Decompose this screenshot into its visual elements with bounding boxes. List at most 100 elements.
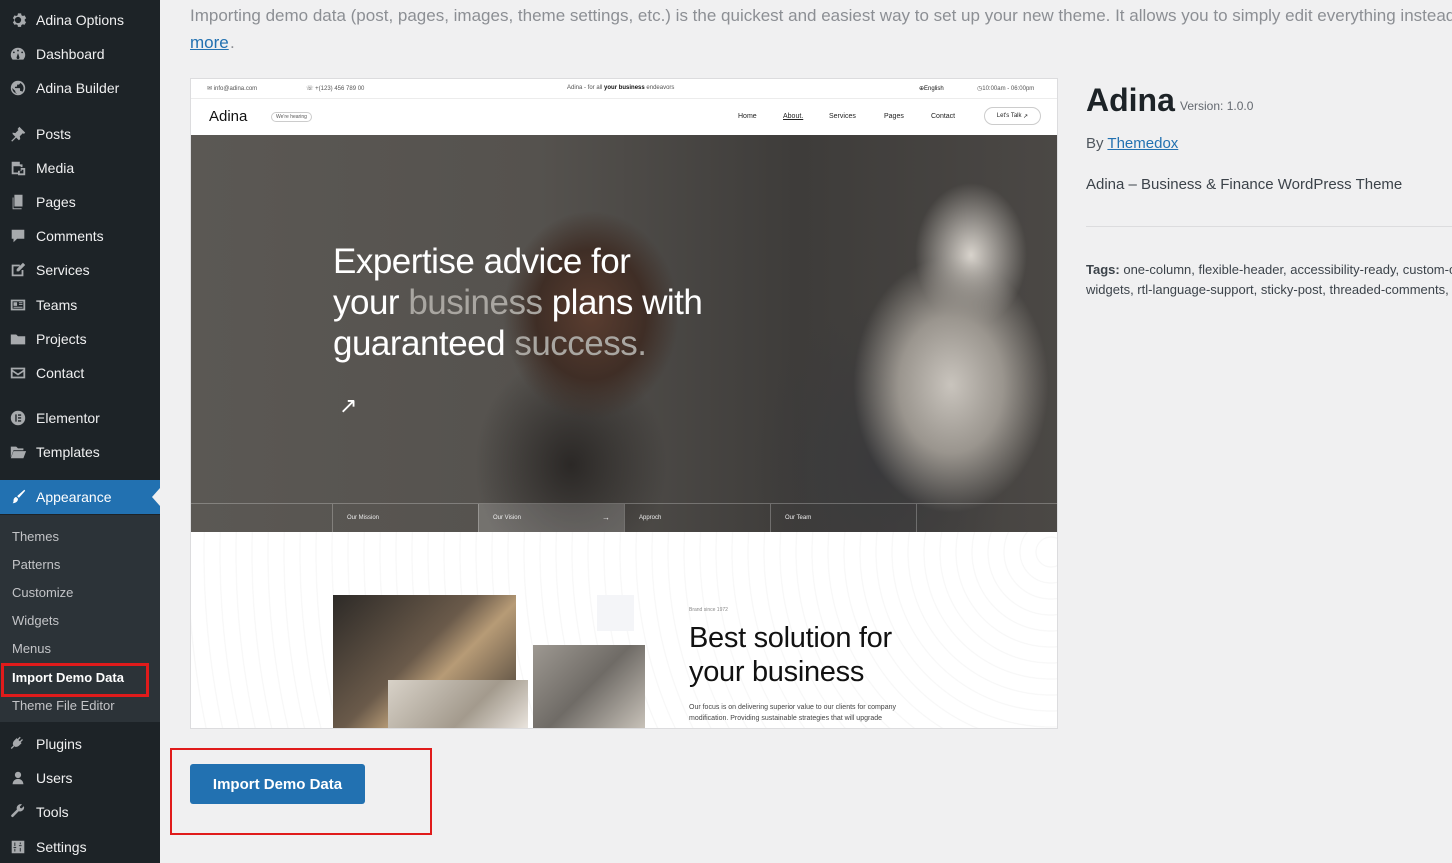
submenu-widgets[interactable]: Widgets (12, 613, 59, 628)
sidebar-item-settings[interactable]: Settings (0, 830, 160, 863)
sidebar-item-posts[interactable]: Posts (0, 117, 160, 151)
preview-section-text: Our focus is on delivering superior valu… (689, 704, 896, 722)
preview-tagline: Adina - for all your business endeavors (567, 85, 675, 91)
preview-hero: Expertise advice for your business plans… (191, 135, 1057, 532)
sidebar-item-label: Pages (36, 194, 76, 210)
sidebar-item-label: Media (36, 160, 75, 176)
theme-author: By Themedox (1086, 135, 1179, 152)
media-icon (0, 159, 36, 177)
preview-hero-title: Expertise advice for your business plans… (333, 242, 703, 363)
sidebar-item-label: Teams (36, 297, 78, 313)
preview-tab-active: Our Vision → (478, 504, 624, 532)
sidebar-item-label: Projects (36, 331, 87, 347)
submenu-theme-file-editor[interactable]: Theme File Editor (12, 698, 115, 713)
submenu-themes[interactable]: Themes (12, 529, 59, 544)
preview-hours: ◷10:00am - 06:00pm (977, 86, 1035, 92)
sidebar-item-label: Services (36, 262, 90, 278)
elementor-icon (0, 409, 36, 427)
folder-icon (0, 330, 36, 348)
preview-section-title: Best solution for your business (689, 622, 892, 688)
sidebar-item-teams[interactable]: Teams (0, 288, 160, 322)
sidebar-item-projects[interactable]: Projects (0, 322, 160, 356)
mail-icon (0, 364, 36, 382)
sidebar-item-pages[interactable]: Pages (0, 185, 160, 219)
read-more-link[interactable]: more (190, 33, 229, 53)
sidebar-item-contact[interactable]: Contact (0, 356, 160, 390)
sidebar-item-label: Plugins (36, 736, 82, 752)
preview-section-kicker: Brand since 1972 (689, 607, 728, 613)
preview-email: ✉ info@adina.com (207, 86, 258, 92)
theme-author-link[interactable]: Themedox (1107, 135, 1178, 152)
sidebar-item-tools[interactable]: Tools (0, 795, 160, 829)
brush-icon (0, 488, 36, 506)
theme-name: Adina (1086, 82, 1175, 118)
preview-navbar: Adina We're hearing Home About. Services… (191, 99, 1057, 135)
sidebar-item-services[interactable]: Services (0, 253, 160, 287)
folder-open-icon (0, 443, 36, 461)
preview-cta: Let's Talk ↗ (984, 107, 1041, 125)
theme-tags: Tags: one-column, flexible-header, acces… (1086, 262, 1452, 297)
sidebar-item-adina-builder[interactable]: Adina Builder (0, 71, 160, 105)
preview-photo (388, 680, 528, 728)
theme-version: Version: 1.0.0 (1180, 99, 1254, 113)
intro-text: Importing demo data (post, pages, images… (190, 6, 1452, 25)
submenu-menus[interactable]: Menus (12, 641, 51, 656)
settings-icon (0, 838, 36, 856)
submenu-customize[interactable]: Customize (12, 585, 73, 600)
wrench-icon (0, 803, 36, 821)
preview-section-about: Brand since 1972 Best solution for your … (191, 532, 1057, 728)
divider (1086, 226, 1452, 227)
sidebar-item-dashboard[interactable]: Dashboard (0, 37, 160, 71)
sidebar-item-label: Posts (36, 126, 72, 142)
preview-badge: We're hearing (271, 112, 312, 122)
sidebar-item-label: Templates (36, 444, 100, 460)
sidebar-item-plugins[interactable]: Plugins (0, 727, 160, 761)
id-card-icon (0, 296, 36, 314)
preview-topbar: ✉ info@adina.com ☏ +(123) 456 789 00 Adi… (191, 79, 1057, 99)
preview-brand: Adina (209, 108, 248, 125)
sidebar-item-adina-options[interactable]: Adina Options (0, 3, 160, 37)
sidebar-item-label: Adina Options (36, 12, 124, 28)
sidebar-item-media[interactable]: Media (0, 151, 160, 185)
sidebar-item-label: Dashboard (36, 46, 105, 62)
comment-icon (0, 227, 36, 245)
highlight-box-submenu (1, 663, 149, 697)
pages-icon (0, 193, 36, 211)
sidebar-item-comments[interactable]: Comments (0, 219, 160, 253)
sidebar-item-label: Contact (36, 365, 85, 381)
sidebar-item-templates[interactable]: Templates (0, 435, 160, 469)
sidebar-item-label: Users (36, 770, 73, 786)
sidebar-item-label: Comments (36, 228, 104, 244)
gear-icon (0, 11, 36, 29)
arrow-up-right-icon: ↗ (339, 393, 358, 418)
theme-preview-screenshot: ✉ info@adina.com ☏ +(123) 456 789 00 Adi… (190, 78, 1058, 729)
preview-tab: Our Team (770, 504, 916, 532)
edit-icon (0, 261, 36, 279)
sidebar-item-appearance[interactable]: Appearance (0, 480, 160, 514)
preview-phone: ☏ +(123) 456 789 00 (306, 86, 365, 92)
preview-nav-about: About. (783, 113, 804, 120)
user-icon (0, 769, 36, 787)
pin-icon (0, 125, 36, 143)
sidebar-item-label: Adina Builder (36, 80, 120, 96)
preview-nav-contact: Contact (931, 113, 956, 120)
sidebar-item-label: Settings (36, 839, 87, 855)
preview-tab: Approch (624, 504, 770, 532)
dashboard-icon (0, 45, 36, 63)
plugin-icon (0, 735, 36, 753)
sidebar-item-label: Tools (36, 804, 69, 820)
sidebar-item-users[interactable]: Users (0, 761, 160, 795)
preview-photo (533, 645, 645, 728)
sidebar-item-label: Appearance (36, 489, 112, 505)
arrow-right-icon: → (602, 513, 610, 522)
preview-language: ⊕English (919, 86, 944, 92)
globe-icon (0, 79, 36, 97)
preview-nav-home: Home (738, 113, 757, 120)
preview-nav-services: Services (829, 113, 856, 120)
preview-hero-tabs: Our Mission Our Vision → Approch Our Team (191, 503, 1057, 532)
admin-sidebar: Adina Options Dashboard Adina Builder Po… (0, 0, 160, 863)
intro-tail: . (230, 33, 235, 52)
submenu-patterns[interactable]: Patterns (12, 557, 60, 572)
preview-nav-pages: Pages (884, 113, 904, 120)
sidebar-item-elementor[interactable]: Elementor (0, 401, 160, 435)
